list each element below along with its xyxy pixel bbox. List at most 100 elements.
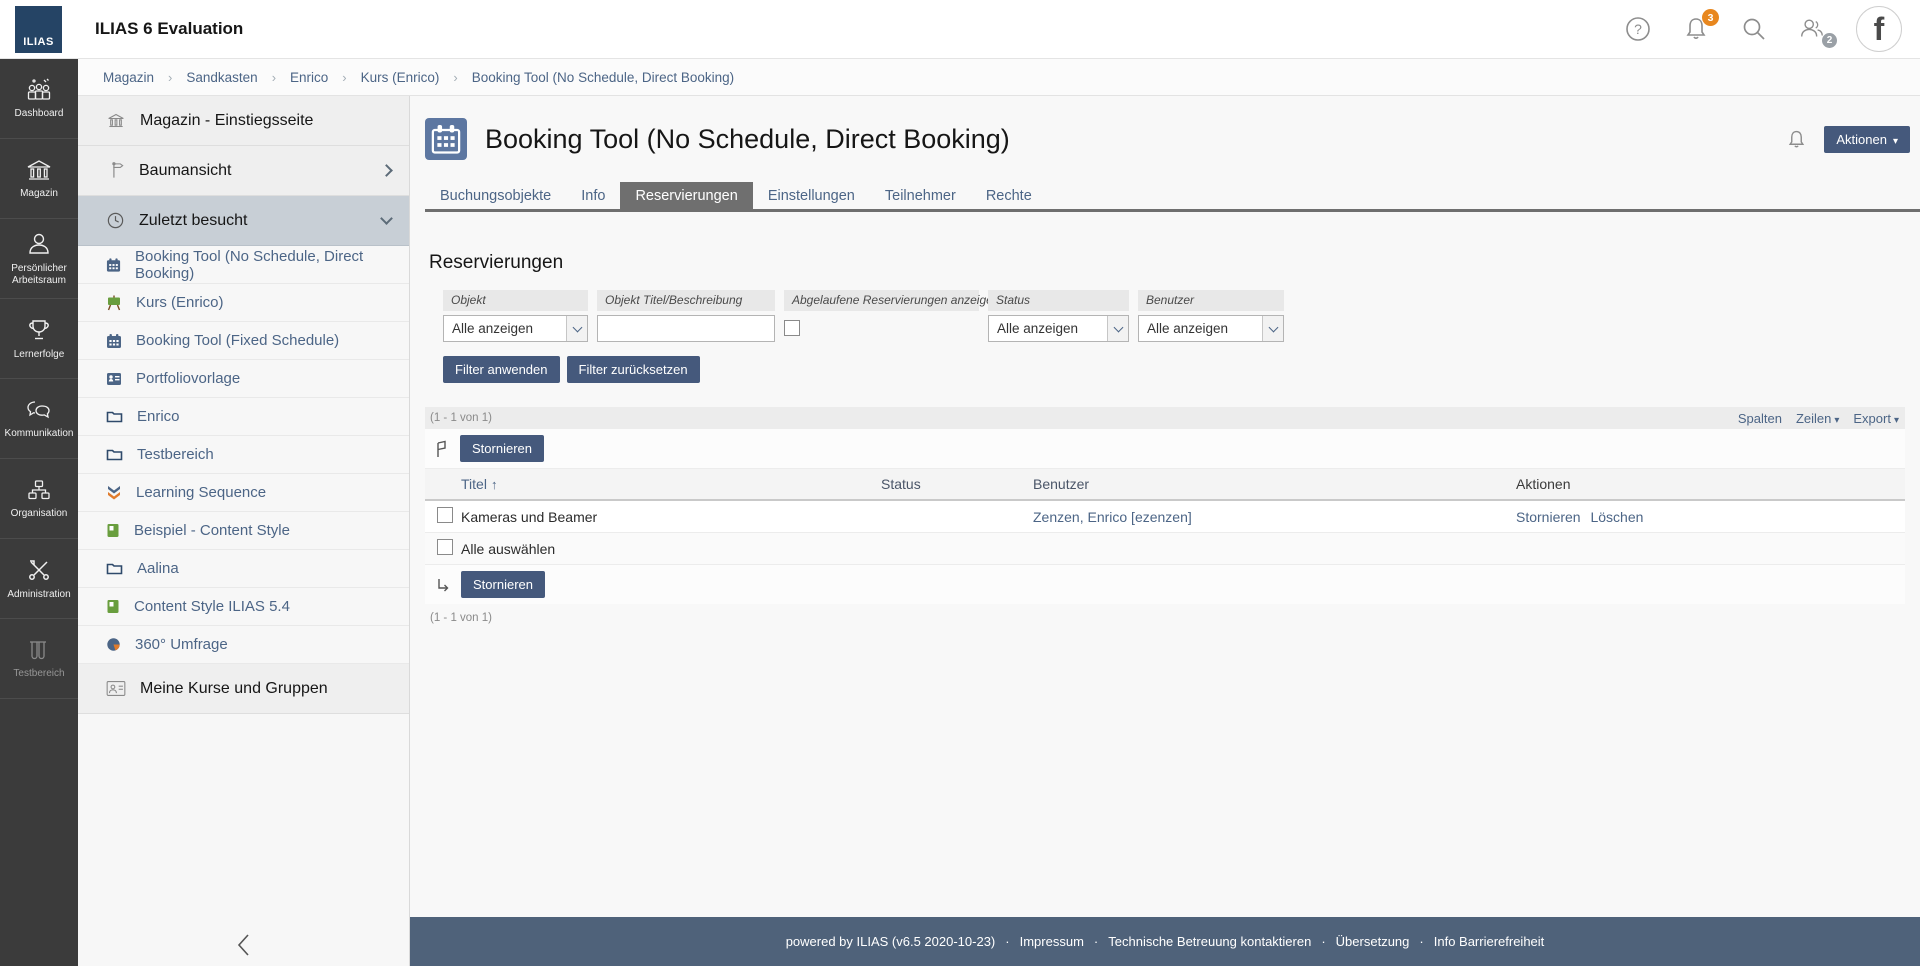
rail-item-arbeitsraum[interactable]: Persönlicher Arbeitsraum — [0, 219, 78, 299]
rail-item-dashboard[interactable]: Dashboard — [0, 59, 78, 139]
dashboard-icon — [27, 78, 51, 100]
filter-reset-button[interactable]: Filter zurücksetzen — [566, 356, 700, 383]
recent-item-360-umfrage[interactable]: 360° Umfrage — [78, 626, 409, 664]
tab-rechte[interactable]: Rechte — [971, 182, 1047, 209]
recent-item-portfoliovorlage[interactable]: Portfoliovorlage — [78, 360, 409, 398]
row-checkbox[interactable] — [437, 507, 453, 523]
online-users-icon[interactable]: 2 — [1798, 15, 1837, 48]
tab-info[interactable]: Info — [566, 182, 620, 209]
breadcrumb-item[interactable]: Kurs (Enrico) — [361, 70, 440, 85]
recent-item-enrico[interactable]: Enrico — [78, 398, 409, 436]
actions-dropdown-button[interactable]: Aktionen ▾ — [1824, 125, 1910, 153]
rail-item-lernerfolge[interactable]: Lernerfolge — [0, 299, 78, 379]
recent-item-kurs-enrico[interactable]: Kurs (Enrico) — [78, 284, 409, 322]
sidebar-item-recently-visited[interactable]: Zuletzt besucht — [78, 196, 409, 246]
survey-icon — [107, 638, 120, 651]
result-range-top: (1 - 1 von 1) — [430, 412, 492, 424]
breadcrumb-item-current[interactable]: Booking Tool (No Schedule, Direct Bookin… — [472, 70, 734, 85]
benutzer-select[interactable]: Alle anzeigen — [1138, 315, 1284, 342]
notifications-bell-icon[interactable]: 3 — [1682, 9, 1719, 43]
footer-separator: · — [1321, 934, 1326, 949]
ilias-logo[interactable]: ILIAS — [15, 5, 62, 53]
administration-icon — [29, 559, 49, 580]
user-avatar[interactable]: f — [1856, 6, 1902, 52]
object-notification-bell-icon[interactable] — [1787, 129, 1806, 150]
status-select[interactable]: Alle anzeigen — [988, 315, 1129, 342]
reservation-user-link[interactable]: Zenzen, Enrico [ezenzen] — [1033, 509, 1192, 525]
repository-icon — [27, 159, 51, 180]
select-all-checkbox[interactable] — [437, 539, 453, 555]
communication-icon — [27, 400, 50, 418]
sidebar-item-repository-home[interactable]: Magazin - Einstiegsseite — [78, 96, 409, 146]
list-item-label: Beispiel - Content Style — [134, 522, 290, 539]
chevron-left-icon — [237, 934, 249, 956]
rail-item-kommunikation[interactable]: Kommunikation — [0, 379, 78, 459]
recent-item-testbereich[interactable]: Testbereich — [78, 436, 409, 474]
footer-link-uebersetzung[interactable]: Übersetzung — [1336, 934, 1410, 949]
breadcrumb-item[interactable]: Sandkasten — [186, 70, 257, 85]
tab-teilnehmer[interactable]: Teilnehmer — [870, 182, 971, 209]
powered-by-text: powered by ILIAS (v6.5 2020-10-23) — [785, 934, 996, 949]
apply-to-selected-flag-icon — [437, 440, 446, 457]
abgelaufene-checkbox[interactable] — [784, 320, 800, 336]
columns-link[interactable]: Spalten — [1738, 411, 1782, 426]
footer-link-impressum[interactable]: Impressum — [1020, 934, 1084, 949]
rail-item-administration[interactable]: Administration — [0, 539, 78, 619]
search-icon[interactable] — [1740, 15, 1768, 43]
tab-buchungsobjekte[interactable]: Buchungsobjekte — [425, 182, 566, 209]
bulk-stornieren-button-top[interactable]: Stornieren — [460, 435, 544, 462]
filter-apply-button[interactable]: Filter anwenden — [443, 356, 560, 383]
testarea-icon — [30, 640, 46, 659]
recent-item-booking-no-schedule[interactable]: Booking Tool (No Schedule, Direct Bookin… — [78, 246, 409, 284]
objekt-select[interactable]: Alle anzeigen — [443, 315, 588, 342]
chevron-down-icon — [380, 212, 393, 225]
select-caret-icon — [1107, 316, 1128, 341]
rail-item-testbereich[interactable]: Testbereich — [0, 619, 78, 699]
recent-item-beispiel-content-style[interactable]: Beispiel - Content Style — [78, 512, 409, 550]
breadcrumb-item[interactable]: Enrico — [290, 70, 328, 85]
avatar-letter: f — [1873, 10, 1885, 47]
booking-tool-icon — [106, 257, 121, 272]
row-stornieren-link[interactable]: Stornieren — [1516, 509, 1581, 525]
recent-item-content-style-54[interactable]: Content Style ILIAS 5.4 — [78, 588, 409, 626]
workspace-icon — [29, 233, 49, 254]
online-users-badge: 2 — [1822, 33, 1837, 48]
row-loeschen-link[interactable]: Löschen — [1590, 509, 1643, 525]
rail-item-organisation[interactable]: Organisation — [0, 459, 78, 539]
sidebar-item-my-courses-groups[interactable]: Meine Kurse und Gruppen — [78, 664, 409, 714]
bulk-stornieren-button-bottom[interactable]: Stornieren — [461, 571, 545, 598]
section-heading: Reservierungen — [429, 252, 564, 273]
repository-icon — [108, 113, 124, 128]
list-item-label: Aalina — [137, 560, 179, 577]
folder-icon — [106, 411, 123, 423]
tab-bar: Buchungsobjekte Info Reservierungen Eins… — [425, 182, 1920, 212]
recent-item-booking-fixed[interactable]: Booking Tool (Fixed Schedule) — [78, 322, 409, 360]
sidebar-item-tree-view[interactable]: Baumansicht — [78, 146, 409, 196]
rows-dropdown-link[interactable]: Zeilen ▾ — [1796, 411, 1839, 426]
select-caret-icon — [566, 316, 587, 341]
tab-reservierungen[interactable]: Reservierungen — [620, 182, 753, 209]
footer-link-barrierefreiheit[interactable]: Info Barrierefreiheit — [1434, 934, 1545, 949]
rail-item-magazin[interactable]: Magazin — [0, 139, 78, 219]
memberships-icon — [106, 681, 126, 696]
chevron-right-icon — [380, 164, 393, 177]
recent-item-aalina[interactable]: Aalina — [78, 550, 409, 588]
list-item-label: 360° Umfrage — [135, 636, 228, 653]
column-header-titel[interactable]: Titel — [461, 476, 487, 492]
sidebar-item-label: Meine Kurse und Gruppen — [140, 679, 328, 697]
sidebar-panel: Magazin - Einstiegsseite Baumansicht Zul… — [78, 96, 410, 966]
breadcrumb-separator: › — [453, 69, 458, 85]
select-all-label: Alle auswählen — [461, 540, 556, 557]
tab-einstellungen[interactable]: Einstellungen — [753, 182, 870, 209]
titel-beschreibung-input[interactable] — [597, 315, 775, 342]
export-dropdown-link[interactable]: Export ▾ — [1853, 411, 1899, 426]
breadcrumb: Magazin › Sandkasten › Enrico › Kurs (En… — [78, 59, 1920, 96]
help-icon[interactable]: ? — [1624, 15, 1652, 43]
breadcrumb-item[interactable]: Magazin — [103, 70, 154, 85]
sidebar-collapse-button[interactable] — [78, 932, 409, 958]
list-item-label: Portfoliovorlage — [136, 370, 241, 387]
recent-item-learning-sequence[interactable]: Learning Sequence — [78, 474, 409, 512]
footer-link-betreuung[interactable]: Technische Betreuung kontaktieren — [1108, 934, 1311, 949]
list-item-label: Booking Tool (Fixed Schedule) — [136, 332, 340, 349]
sidebar-item-label: Baumansicht — [139, 161, 232, 179]
